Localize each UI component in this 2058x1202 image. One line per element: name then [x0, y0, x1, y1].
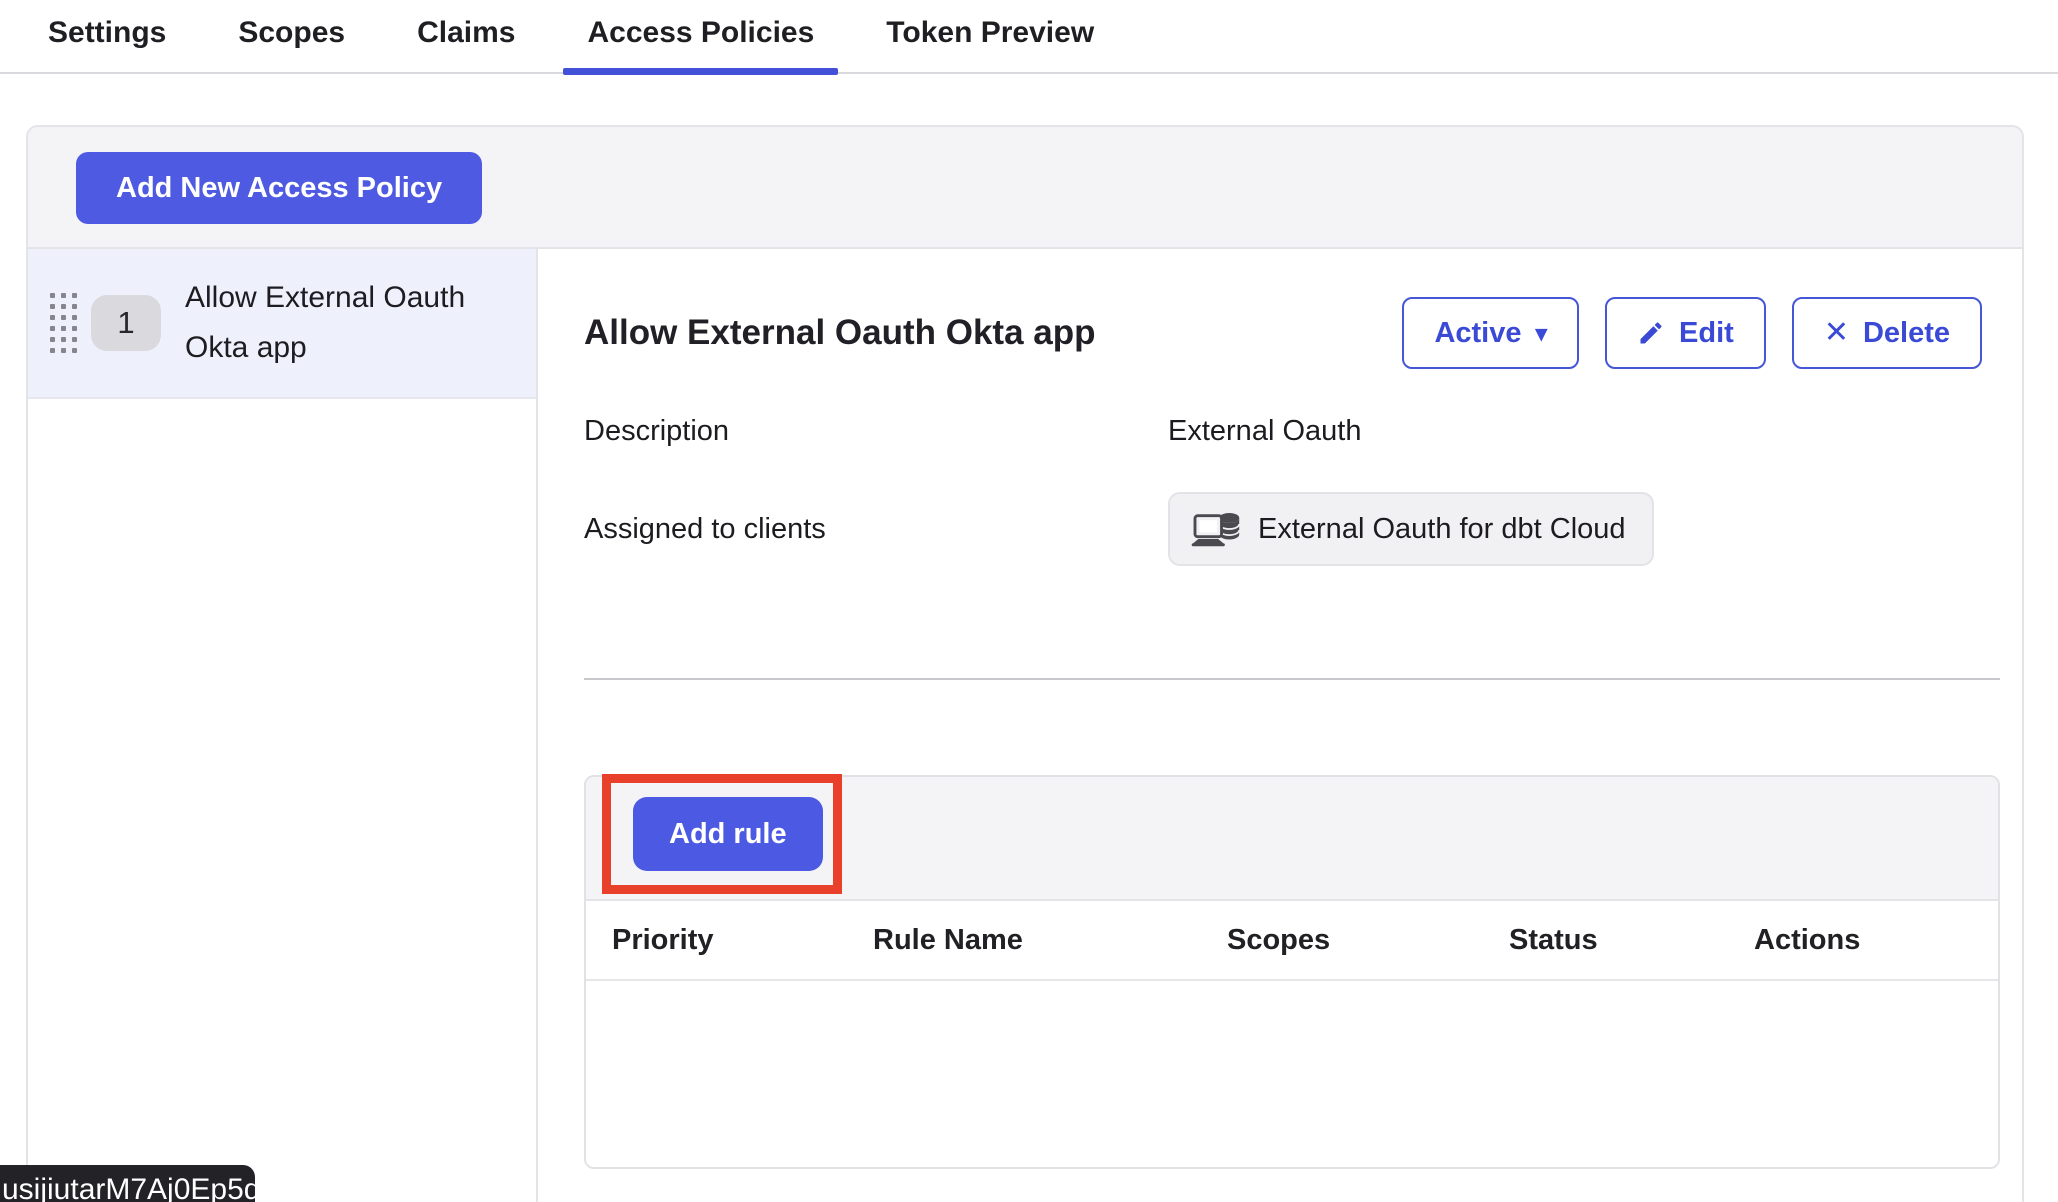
pencil-icon	[1637, 319, 1665, 347]
status-label: Active	[1434, 317, 1521, 350]
computer-icon	[1190, 508, 1242, 550]
description-row: Description External Oauth	[584, 415, 2000, 448]
column-header-rule-name: Rule Name	[873, 924, 1227, 957]
rules-toolbar: Add rule	[586, 777, 1998, 901]
edit-button[interactable]: Edit	[1605, 297, 1766, 369]
tab-settings[interactable]: Settings	[24, 0, 190, 73]
rules-panel: Add rule Priority Rule Name Scopes Statu…	[584, 775, 2000, 1169]
client-chip-label: External Oauth for dbt Cloud	[1258, 513, 1626, 546]
delete-button[interactable]: ✕ Delete	[1792, 297, 1982, 369]
assigned-clients-label: Assigned to clients	[584, 513, 1168, 546]
add-new-access-policy-button[interactable]: Add New Access Policy	[76, 152, 482, 224]
description-value: External Oauth	[1168, 415, 1361, 448]
delete-label: Delete	[1863, 317, 1950, 350]
description-label: Description	[584, 415, 1168, 448]
column-header-scopes: Scopes	[1227, 924, 1509, 957]
policy-detail: Allow External Oauth Okta app Active ▾	[538, 249, 2022, 1202]
add-rule-button[interactable]: Add rule	[633, 797, 823, 871]
tab-access-policies[interactable]: Access Policies	[563, 0, 838, 73]
column-header-actions: Actions	[1754, 924, 1998, 957]
policy-title: Allow External Oauth Okta app	[584, 313, 1095, 353]
rules-table-header: Priority Rule Name Scopes Status Actions	[586, 901, 1998, 981]
tab-token-preview[interactable]: Token Preview	[862, 0, 1118, 73]
chevron-down-icon: ▾	[1535, 322, 1547, 345]
annotation-highlight-box: Add rule	[602, 774, 842, 894]
column-header-priority: Priority	[612, 924, 873, 957]
status-url-tooltip: usijiutarM7Aj0Ep5d7#	[0, 1165, 255, 1202]
close-icon: ✕	[1824, 318, 1849, 348]
column-header-status: Status	[1509, 924, 1754, 957]
assigned-clients-row: Assigned to clients	[584, 492, 2000, 566]
access-policies-card: Add New Access Policy 1 Allow External O…	[26, 125, 2024, 1202]
policy-list-item[interactable]: 1 Allow External Oauth Okta app	[28, 249, 536, 399]
tab-claims[interactable]: Claims	[393, 0, 539, 73]
policy-name: Allow External Oauth Okta app	[185, 273, 505, 373]
policy-priority-badge: 1	[91, 295, 161, 351]
tab-bar: Settings Scopes Claims Access Policies T…	[0, 0, 2058, 74]
drag-handle-icon[interactable]	[50, 293, 77, 353]
tab-scopes[interactable]: Scopes	[214, 0, 369, 73]
access-policies-page: Settings Scopes Claims Access Policies T…	[0, 0, 2058, 1202]
card-header: Add New Access Policy	[28, 127, 2022, 249]
status-dropdown-button[interactable]: Active ▾	[1402, 297, 1579, 369]
edit-label: Edit	[1679, 317, 1734, 350]
policy-actions: Active ▾ Edit ✕	[1402, 297, 1982, 369]
client-chip: External Oauth for dbt Cloud	[1168, 492, 1654, 566]
section-divider	[584, 678, 2000, 680]
rules-table-body	[586, 981, 1998, 1167]
policy-list: 1 Allow External Oauth Okta app	[28, 249, 538, 1202]
